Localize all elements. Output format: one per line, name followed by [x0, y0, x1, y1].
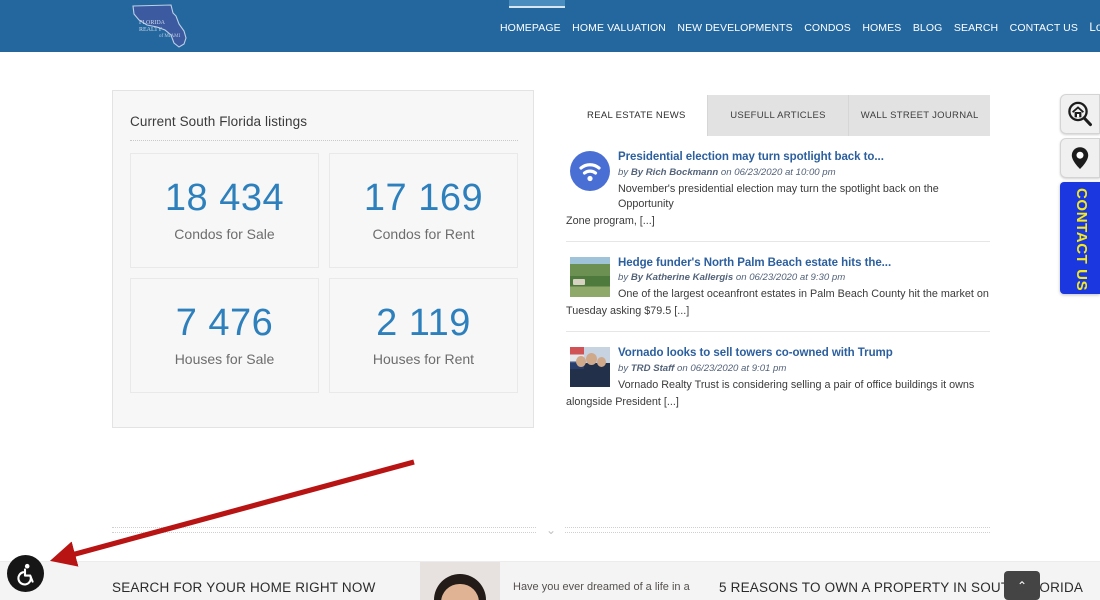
stat-card-condos-for-rent[interactable]: 17 169 Condos for Rent	[329, 153, 518, 268]
stat-value: 7 476	[175, 301, 274, 344]
scroll-to-top-button[interactable]: ⌃	[1004, 571, 1040, 600]
news-item-meta: by TRD Staff on 06/23/2020 at 9:01 pm	[618, 363, 990, 376]
news-list-item[interactable]: Hedge funder's North Palm Beach estate h…	[566, 240, 990, 332]
nav-item-homes[interactable]: HOMES	[862, 22, 901, 34]
nav-item-search[interactable]: SEARCH	[954, 22, 998, 34]
site-logo[interactable]: FLORIDA REALTY of MIAMI	[127, 2, 193, 50]
news-item-body: Vornado looks to sell towers co-owned wi…	[566, 346, 990, 410]
news-thumbnail	[570, 151, 610, 191]
news-item-body: Presidential election may turn spotlight…	[566, 150, 990, 229]
nav-item-new-developments[interactable]: NEW DEVELOPMENTS	[677, 22, 792, 34]
bottom-section: SEARCH FOR YOUR HOME RIGHT NOW Have you …	[0, 561, 1100, 600]
search-home-heading: SEARCH FOR YOUR HOME RIGHT NOW	[112, 580, 376, 595]
news-item-title[interactable]: Vornado looks to sell towers co-owned wi…	[618, 346, 990, 361]
stat-label: Houses for Sale	[174, 351, 275, 368]
tab-usefull-articles[interactable]: USEFULL ARTICLES	[708, 95, 850, 136]
stat-label: Houses for Rent	[372, 351, 475, 368]
primary-navigation[interactable]: HOMEPAGE HOME VALUATION NEW DEVELOPMENTS…	[500, 18, 1100, 36]
news-meta-author: TRD Staff	[630, 363, 675, 375]
news-item-excerpt-line1: Vornado Realty Trust is considering sell…	[618, 379, 975, 392]
listings-panel-title: Current South Florida listings	[130, 114, 308, 129]
news-item-excerpt-line1: One of the largest oceanfront estates in…	[618, 288, 989, 301]
news-panel: REAL ESTATE NEWS USEFULL ARTICLES WALL S…	[566, 95, 990, 440]
news-meta-author: By Katherine Kallergis	[630, 272, 734, 284]
nav-item-login[interactable]: Login	[1089, 22, 1100, 34]
map-pin-icon[interactable]	[1060, 138, 1100, 178]
news-meta-date: on 06/23/2020 at 9:30 pm	[735, 272, 846, 284]
news-meta-date: on 06/23/2020 at 9:01 pm	[677, 363, 787, 375]
nav-item-home-valuation[interactable]: HOME VALUATION	[572, 22, 666, 34]
stat-value: 2 119	[376, 301, 471, 344]
news-meta-by: by	[618, 272, 629, 284]
listings-divider	[130, 140, 518, 141]
news-meta-by: by	[618, 166, 629, 178]
current-listings-panel: Current South Florida listings 18 434 Co…	[112, 90, 534, 428]
accessibility-badge[interactable]	[7, 555, 44, 592]
news-item-excerpt-line2: Tuesday asking $79.5 [...]	[566, 305, 690, 318]
news-item-excerpt-line1: November's presidential election may tur…	[618, 182, 939, 210]
stat-value: 18 434	[164, 176, 285, 219]
stat-card-houses-for-sale[interactable]: 7 476 Houses for Sale	[130, 278, 319, 393]
tab-wall-street-journal[interactable]: WALL STREET JOURNAL	[849, 95, 990, 136]
news-item-meta: by By Rich Bockmann on 06/23/2020 at 10:…	[618, 167, 990, 180]
news-item-body: Hedge funder's North Palm Beach estate h…	[566, 256, 990, 320]
news-item-title[interactable]: Presidential election may turn spotlight…	[618, 150, 990, 165]
news-meta-author: By Rich Bockmann	[630, 166, 719, 178]
stat-card-houses-for-rent[interactable]: 2 119 Houses for Rent	[329, 278, 518, 393]
svg-text:of MIAMI: of MIAMI	[159, 34, 181, 39]
rss-wifi-icon	[570, 151, 610, 191]
news-item-excerpt-line2: alongside President [...]	[566, 395, 679, 408]
svg-text:FLORIDA: FLORIDA	[139, 20, 166, 26]
chevron-down-icon[interactable]: ⌄	[537, 523, 565, 537]
nav-item-condos[interactable]: CONDOS	[804, 22, 851, 34]
news-item-meta: by By Katherine Kallergis on 06/23/2020 …	[618, 272, 990, 285]
nav-item-homepage[interactable]: HOMEPAGE	[500, 22, 561, 34]
contact-us-side-tab-label: CONTACT US	[1073, 188, 1090, 292]
aerial-estate-photo-icon	[570, 256, 610, 297]
florida-state-logo-icon: FLORIDA REALTY of MIAMI	[132, 4, 187, 48]
tab-real-estate-news[interactable]: REAL ESTATE NEWS	[566, 95, 708, 136]
header-top-stub	[509, 0, 565, 8]
wheelchair-icon	[16, 563, 34, 585]
site-header: FLORIDA REALTY of MIAMI HOMEPAGE HOME VA…	[0, 0, 1100, 52]
news-item-title[interactable]: Hedge funder's North Palm Beach estate h…	[618, 256, 990, 271]
contact-us-side-tab[interactable]: CONTACT US	[1060, 182, 1100, 294]
side-widget-stack	[1060, 94, 1100, 182]
listings-stat-grid: 18 434 Condos for Sale 17 169 Condos for…	[130, 153, 518, 393]
news-meta-by: by	[618, 363, 629, 375]
news-list-item[interactable]: Vornado looks to sell towers co-owned wi…	[566, 331, 990, 422]
stat-value: 17 169	[363, 176, 484, 219]
trump-photo-icon	[570, 347, 610, 388]
stat-label: Condos for Rent	[372, 226, 475, 243]
news-meta-date: on 06/23/2020 at 10:00 pm	[720, 166, 836, 178]
news-thumbnail	[570, 347, 610, 388]
agent-portrait	[420, 562, 500, 600]
news-tab-bar: REAL ESTATE NEWS USEFULL ARTICLES WALL S…	[566, 95, 990, 136]
testimonial-text: Have you ever dreamed of a life in a	[513, 581, 690, 593]
svg-text:REALTY: REALTY	[139, 27, 163, 33]
nav-item-blog[interactable]: BLOG	[913, 22, 943, 34]
news-item-excerpt-line2: Zone program, [...]	[566, 214, 655, 227]
house-search-icon[interactable]	[1060, 94, 1100, 134]
page-root: FLORIDA REALTY of MIAMI HOMEPAGE HOME VA…	[0, 0, 1100, 600]
stat-label: Condos for Sale	[174, 226, 275, 243]
nav-item-contact-us[interactable]: CONTACT US	[1010, 22, 1078, 34]
section-separator: ⌄	[112, 523, 990, 537]
news-thumbnail	[570, 256, 610, 297]
stat-card-condos-for-sale[interactable]: 18 434 Condos for Sale	[130, 153, 319, 268]
news-list-item[interactable]: Presidential election may turn spotlight…	[566, 136, 990, 241]
